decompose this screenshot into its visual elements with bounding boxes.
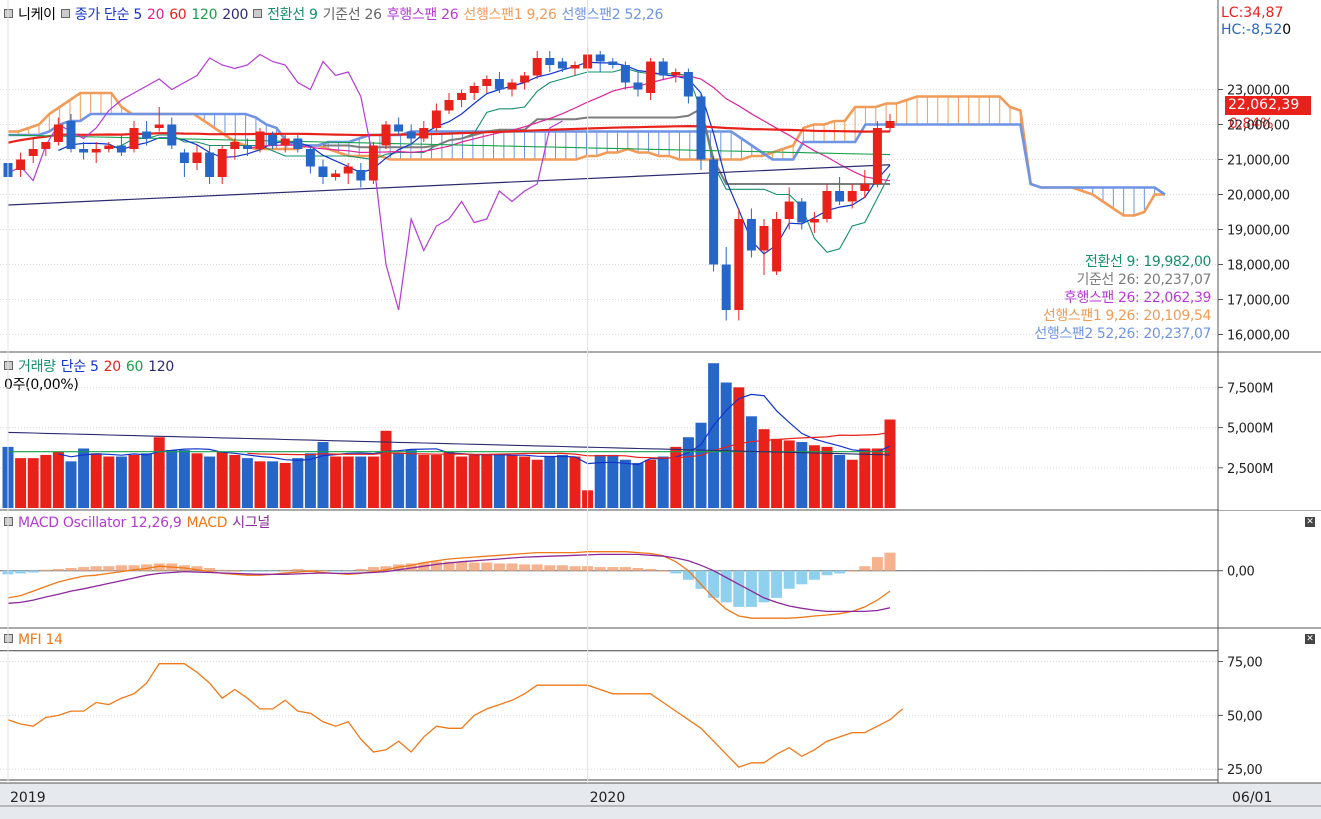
- legend-ma60: 60: [169, 7, 187, 23]
- indicator-values: 전환선 9: 19,982,00 기준선 26: 20,237,07 후행스팬 26…: [1034, 253, 1211, 343]
- legend-ma20: 20: [146, 7, 165, 23]
- hc-readout: HC:-8,520: [1221, 22, 1291, 38]
- legend-ma120: 120: [191, 7, 218, 23]
- legend-ma200: 200: [222, 7, 249, 23]
- legend-vol-120: 120: [148, 359, 174, 375]
- indicator-value-tenkan: 전환선 9: 19,982,00: [1084, 254, 1211, 270]
- pane-toggle-icon[interactable]: [253, 9, 263, 18]
- legend-kijun: 기준선 26: [322, 7, 382, 23]
- macd-pane[interactable]: MACD Oscillator 12,26,9 MACD 시그널 ✕: [0, 510, 1321, 628]
- x-axis-label: 2019: [10, 790, 46, 806]
- last-price-tag: 22,062,39: [1225, 96, 1311, 115]
- pane-toggle-icon[interactable]: [4, 9, 13, 18]
- mfi-pane[interactable]: MFI 14 ✕: [0, 628, 1321, 783]
- volume-sub: 0주(0,00%): [4, 377, 79, 393]
- legend-vol-simple: 단순 5: [60, 359, 99, 375]
- volume-legend: 거래량 단순 5 20 60 120: [4, 359, 179, 375]
- lc-readout: LC:34,87: [1221, 5, 1284, 21]
- legend-mfi: MFI 14: [18, 632, 63, 648]
- indicator-value-chikou: 후행스팬 26: 22,062,39: [1063, 290, 1211, 306]
- price-pane[interactable]: 니케이 종가 단순 5 20 60 120 200 전환선 9 기준선 26 후행스팬 26 선행…: [0, 0, 1321, 352]
- pane-toggle-icon[interactable]: [4, 634, 13, 643]
- indicator-value-kijun: 기준선 26: 20,237,07: [1076, 272, 1211, 288]
- pane-toggle-icon[interactable]: [4, 517, 13, 526]
- x-axis-end-label: 06/01: [1232, 790, 1272, 806]
- price-legend: 니케이 종가 단순 5 20 60 120 200 전환선 9 기준선 26 후행스팬 26 선행…: [4, 7, 668, 23]
- indicator-value-spanB: 선행스팬2 52,26: 20,237,07: [1034, 326, 1211, 342]
- pane-close-icon[interactable]: ✕: [1305, 634, 1315, 644]
- legend-spanB: 선행스팬2 52,26: [561, 7, 664, 23]
- legend-signal: 시그널: [232, 515, 271, 531]
- legend-vol-60: 60: [125, 359, 144, 375]
- indicator-value-spanA: 선행스팬1 9,26: 20,109,54: [1042, 308, 1211, 324]
- legend-chikou: 후행스팬 26: [386, 7, 459, 23]
- pane-close-icon[interactable]: ✕: [1305, 360, 1315, 370]
- legend-symbol: 니케이: [18, 7, 56, 23]
- legend-macd-osc: MACD Oscillator 12,26,9: [18, 515, 182, 531]
- pane-toggle-icon[interactable]: [60, 9, 70, 18]
- change-pct: 0,84%: [1229, 116, 1274, 132]
- pane-close-icon[interactable]: ✕: [1305, 517, 1315, 527]
- x-axis-bar: [0, 783, 1321, 819]
- legend-ma5: 종가 단순 5: [74, 7, 143, 23]
- hc-suffix: 0: [1282, 22, 1292, 38]
- volume-pct: 0,00%: [1229, 491, 1274, 507]
- legend-tenkan: 전환선 9: [267, 7, 318, 23]
- mfi-legend: MFI 14: [4, 632, 68, 648]
- volume-pane[interactable]: 거래량 단순 5 20 60 120 0주(0,00%) ✕ 0 0,00%: [0, 352, 1321, 510]
- legend-spanA: 선행스팬1 9,26: [463, 7, 557, 23]
- hts-chart-window: 니케이 종가 단순 5 20 60 120 200 전환선 9 기준선 26 후행스팬 26 선행…: [0, 0, 1321, 819]
- legend-macd: MACD: [186, 515, 228, 531]
- macd-legend: MACD Oscillator 12,26,9 MACD 시그널: [4, 515, 275, 531]
- pane-toggle-icon[interactable]: [4, 361, 13, 370]
- x-axis-label: 2020: [590, 790, 626, 806]
- legend-volume: 거래량: [18, 359, 56, 375]
- volume-value-tag: 0: [1225, 472, 1311, 491]
- hc-value: HC:-8,52: [1221, 22, 1283, 38]
- legend-vol-20: 20: [103, 359, 122, 375]
